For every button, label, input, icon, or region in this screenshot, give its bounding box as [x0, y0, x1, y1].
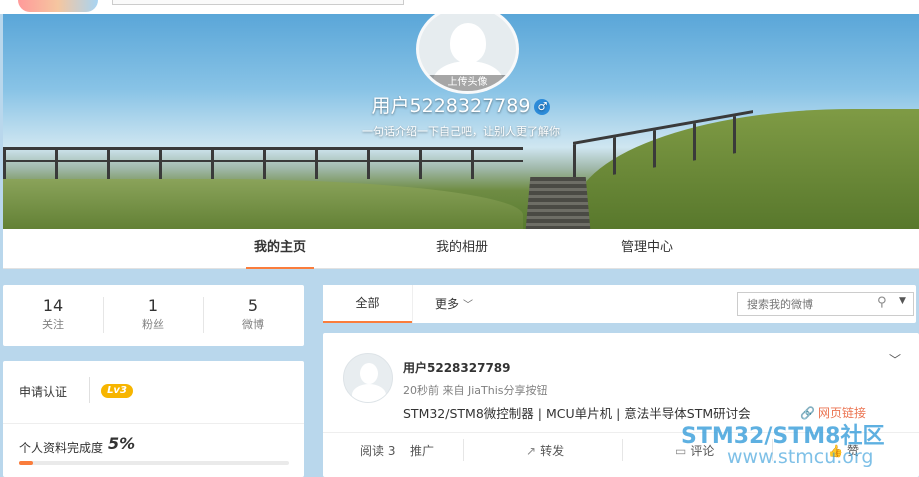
- avatar-head-shape: [450, 23, 486, 63]
- filter-divider: [412, 285, 413, 323]
- apply-verify-link[interactable]: 申请认证: [19, 383, 67, 400]
- stat-weibo-count: 5: [247, 296, 259, 315]
- dropdown-arrow-icon[interactable]: ▼: [899, 296, 906, 306]
- profile-intro[interactable]: 一句话介绍一下自己吧，让别人更了解你: [3, 123, 919, 139]
- stat-following-label: 关注: [42, 318, 64, 331]
- cover-steps: [525, 177, 591, 229]
- like-label: 赞: [846, 444, 859, 458]
- level-badge[interactable]: Lv3: [101, 384, 133, 398]
- feed-read-count: 阅读 3: [360, 444, 396, 458]
- search-input[interactable]: [738, 293, 876, 315]
- feed-forward-button[interactable]: ↗ 转发: [526, 442, 564, 459]
- username-text: 用户5228327789: [371, 95, 531, 117]
- completion-label[interactable]: 个人资料完成度: [19, 439, 103, 456]
- action-divider: [622, 439, 623, 461]
- chevron-down-icon: ﹀: [463, 300, 474, 311]
- feed-web-link[interactable]: 🔗 网页链接: [800, 404, 866, 421]
- top-search-box[interactable]: [112, 0, 404, 5]
- filter-all-tab[interactable]: 全部: [323, 285, 412, 323]
- feed-meta: 20秒前 来自 JiaThis分享按钮: [403, 384, 548, 397]
- tab-manage[interactable]: 管理中心: [613, 229, 681, 269]
- profile-nav: 我的主页 我的相册 管理中心: [3, 229, 919, 269]
- profile-username: 用户5228327789 ♂: [3, 91, 919, 118]
- weibo-search-box: ⚲ ▼: [737, 292, 914, 316]
- thumbs-up-icon: 👍: [828, 444, 843, 458]
- avatar-head-shape: [360, 363, 378, 384]
- feed-text: STM32/STM8微控制器 | MCU单片机 | 意法半导体STM研讨会: [403, 406, 751, 421]
- cover-fence-left: [3, 147, 523, 179]
- link-icon: 🔗: [800, 406, 815, 420]
- filter-more-dropdown[interactable]: 更多 ﹀: [435, 285, 473, 323]
- stat-weibo-label: 微博: [242, 318, 264, 331]
- action-divider: [772, 439, 773, 461]
- feed-filter-bar: 全部 更多﹀ ⚲ ▼: [323, 285, 916, 323]
- verify-separator: [3, 423, 304, 424]
- stat-weibo[interactable]: 5 微博: [203, 295, 303, 333]
- tab-home[interactable]: 我的主页: [246, 229, 314, 269]
- profile-avatar[interactable]: 上传头像: [416, 14, 519, 94]
- feed-promote-button[interactable]: 推广: [410, 442, 434, 459]
- feed-link-label: 网页链接: [817, 406, 866, 420]
- feed-item: 用户5228327789 20秒前 来自 JiaThis分享按钮 STM32/S…: [323, 333, 919, 477]
- completion-progress-fill: [19, 461, 33, 465]
- feed-separator: [323, 432, 919, 433]
- completion-progress-bar: [19, 461, 289, 465]
- feed-comment-button[interactable]: ▭ 评论: [675, 442, 714, 459]
- filter-more-label: 更多: [435, 297, 460, 311]
- browser-top-strip: [0, 0, 919, 14]
- forward-icon: ↗: [526, 444, 537, 458]
- verify-card: 申请认证 Lv3 个人资料完成度 5%: [3, 361, 304, 477]
- action-divider: [463, 439, 464, 461]
- verify-divider: [89, 377, 90, 403]
- stats-card: 14 关注 1 粉丝 5 微博: [3, 285, 304, 346]
- comment-label: 评论: [690, 444, 715, 458]
- male-icon: ♂: [534, 99, 551, 115]
- cover-hill-left: [3, 179, 523, 229]
- profile-cover: 上传头像 用户5228327789 ♂ 一句话介绍一下自己吧，让别人更了解你: [3, 14, 919, 229]
- tab-album[interactable]: 我的相册: [428, 229, 496, 269]
- stat-fans[interactable]: 1 粉丝: [103, 295, 203, 333]
- forward-label: 转发: [540, 444, 565, 458]
- completion-value: 5%: [108, 434, 136, 453]
- stat-following[interactable]: 14 关注: [3, 295, 103, 333]
- feed-options-chevron-icon[interactable]: ﹀: [889, 351, 901, 368]
- stat-following-count: 14: [42, 296, 64, 315]
- upload-avatar-label[interactable]: 上传头像: [419, 75, 516, 91]
- search-icon[interactable]: ⚲: [877, 295, 887, 310]
- comment-icon: ▭: [675, 444, 687, 458]
- feed-author-name[interactable]: 用户5228327789: [403, 359, 511, 376]
- avatar-body-shape: [352, 384, 386, 402]
- stat-fans-count: 1: [147, 296, 159, 315]
- stat-fans-label: 粉丝: [142, 318, 164, 331]
- feed-avatar[interactable]: [343, 353, 393, 403]
- header-decoration: [18, 0, 98, 12]
- feed-like-button[interactable]: 👍 赞: [828, 442, 859, 459]
